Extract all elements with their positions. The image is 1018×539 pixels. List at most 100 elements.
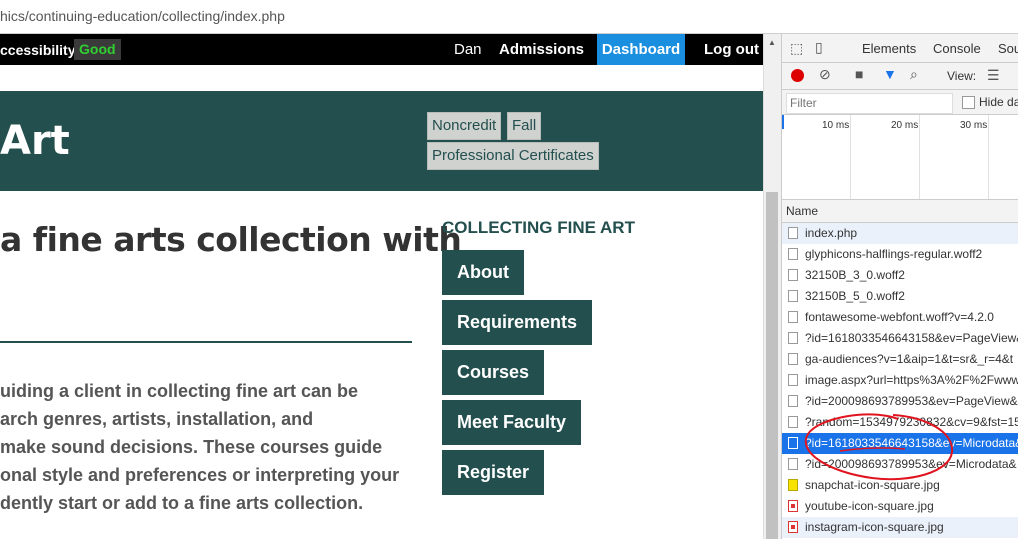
timeline-tick-label: 30 ms [960,120,988,131]
devtools-tab-bar: ⬚ ▯ Elements Console Sou [782,34,1018,63]
courses-button[interactable]: Courses [442,350,545,395]
tab-sources[interactable]: Sou [998,41,1018,56]
filter-icon[interactable]: ▼ [883,66,897,82]
file-icon [788,395,798,407]
paragraph-line: uiding a client in collecting fine art c… [0,381,359,401]
file-icon [788,416,798,428]
request-name: 32150B_3_0.woff2 [805,268,905,282]
intro-paragraph: uiding a client in collecting fine art c… [0,377,420,517]
request-name: fontawesome-webfont.woff?v=4.2.0 [805,310,994,324]
tab-elements[interactable]: Elements [862,41,916,56]
timeline-tick-label: 20 ms [891,120,919,131]
request-name: ga-audiences?v=1&aip=1&t=sr&_r=4&t [805,352,1014,366]
request-row-selected[interactable]: ?id=1618033546643158&ev=Microdata& [782,433,1018,454]
file-icon [788,332,798,344]
file-icon [788,437,798,449]
heading-divider [0,341,412,343]
hide-data-urls-checkbox[interactable] [962,96,975,109]
record-icon[interactable] [791,69,804,82]
request-name: ?id=200098693789953&ev=PageView&c [805,394,1018,408]
paragraph-line: arch genres, artists, installation, and [0,409,314,429]
request-row[interactable]: glyphicons-halflings-regular.woff2 [782,244,1018,265]
youtube-image-icon [788,500,798,512]
paragraph-line: onal style and preferences or interpreti… [0,465,400,485]
scrollbar-thumb[interactable] [766,192,778,539]
file-icon [788,248,798,260]
page-title: Art [0,118,70,164]
request-name: index.php [805,226,858,240]
admissions-link[interactable]: Admissions [499,34,584,65]
scroll-up-arrow-icon[interactable]: ▲ [768,38,776,47]
request-row[interactable]: 32150B_5_0.woff2 [782,286,1018,307]
timeline-gridline [850,115,851,199]
user-name-link[interactable]: Dan [454,34,482,65]
search-icon[interactable]: ⌕ [910,66,918,83]
file-icon [788,458,798,470]
requirements-button[interactable]: Requirements [442,300,593,345]
dashboard-link[interactable]: Dashboard [597,34,685,65]
paragraph-line: make sound decisions. These courses guid… [0,437,383,457]
network-timeline-overview[interactable]: 10 ms 20 ms 30 ms [782,115,1018,200]
file-icon [788,353,798,365]
clear-icon[interactable]: ⊘ [819,66,831,83]
meet-faculty-button[interactable]: Meet Faculty [442,400,582,445]
network-request-list: index.php glyphicons-halflings-regular.w… [782,223,1018,538]
filter-row: Hide da [782,90,1018,115]
page-scrollbar[interactable]: ▲ [763,34,781,539]
register-button[interactable]: Register [442,450,545,495]
snapchat-image-icon [788,479,798,491]
file-icon [788,290,798,302]
filter-input[interactable] [786,93,953,114]
instagram-image-icon [788,521,798,533]
file-icon [788,269,798,281]
url-text[interactable]: hics/continuing-education/collecting/ind… [0,8,285,24]
web-page: ccessibility Good Dan Admissions Dashboa… [0,34,763,539]
request-row[interactable]: ?id=1618033546643158&ev=PageView&c [782,328,1018,349]
tab-console[interactable]: Console [933,41,981,56]
request-name: image.aspx?url=https%3A%2F%2Fwww.p [805,373,1018,387]
accessibility-status-badge: Good [74,39,121,60]
request-name: glyphicons-halflings-regular.woff2 [805,247,983,261]
paragraph-line: dently start or add to a fine arts colle… [0,493,364,513]
inspect-element-icon[interactable]: ⬚ [790,40,803,57]
request-row[interactable]: youtube-icon-square.jpg [782,496,1018,517]
request-name: 32150B_5_0.woff2 [805,289,905,303]
request-row[interactable]: snapchat-icon-square.jpg [782,475,1018,496]
section-heading: a fine arts collection with [0,220,462,259]
network-toolbar: ⊘ ■ ▼ ⌕ View: ☰ [782,63,1018,90]
top-navigation: ccessibility Good Dan Admissions Dashboa… [0,34,763,65]
request-row[interactable]: image.aspx?url=https%3A%2F%2Fwww.p [782,370,1018,391]
tag-noncredit[interactable]: Noncredit [427,112,502,140]
request-name: ?id=200098693789953&ev=Microdata& [805,457,1017,471]
request-row[interactable]: ga-audiences?v=1&aip=1&t=sr&_r=4&t [782,349,1018,370]
tag-professional-certificates[interactable]: Professional Certificates [427,142,599,170]
view-label: View: [947,69,977,83]
file-icon [788,311,798,323]
timeline-gridline [919,115,920,199]
list-view-icon[interactable]: ☰ [987,67,1000,84]
request-name: ?random=1534979230832&cv=9&fst=15 [805,415,1018,429]
request-row[interactable]: index.php [782,223,1018,244]
about-button[interactable]: About [442,250,524,295]
request-row[interactable]: ?random=1534979230832&cv=9&fst=15 [782,412,1018,433]
tag-fall[interactable]: Fall [507,112,542,140]
document-icon [788,227,798,239]
hide-data-urls-label: Hide da [979,95,1018,109]
device-toolbar-icon[interactable]: ▯ [815,39,823,56]
request-row[interactable]: ?id=200098693789953&ev=PageView&c [782,391,1018,412]
request-row[interactable]: instagram-icon-square.jpg [782,517,1018,538]
request-name: ?id=1618033546643158&ev=Microdata& [805,436,1018,450]
request-row[interactable]: 32150B_3_0.woff2 [782,265,1018,286]
sidebar-title: COLLECTING FINE ART [442,218,635,237]
capture-screenshots-icon[interactable]: ■ [855,66,863,82]
request-name: instagram-icon-square.jpg [805,520,944,534]
request-row[interactable]: ?id=200098693789953&ev=Microdata& [782,454,1018,475]
timeline-gridline [988,115,989,199]
address-bar[interactable]: hics/continuing-education/collecting/ind… [0,0,1018,34]
hero-banner: Art Noncredit Fall Professional Certific… [0,91,763,191]
devtools-panel: ⬚ ▯ Elements Console Sou ⊘ ■ ▼ ⌕ View: ☰… [781,34,1018,539]
name-column-header[interactable]: Name [782,200,1018,223]
request-row[interactable]: fontawesome-webfont.woff?v=4.2.0 [782,307,1018,328]
logout-link[interactable]: Log out [704,34,759,65]
timeline-tick-label: 10 ms [822,120,850,131]
